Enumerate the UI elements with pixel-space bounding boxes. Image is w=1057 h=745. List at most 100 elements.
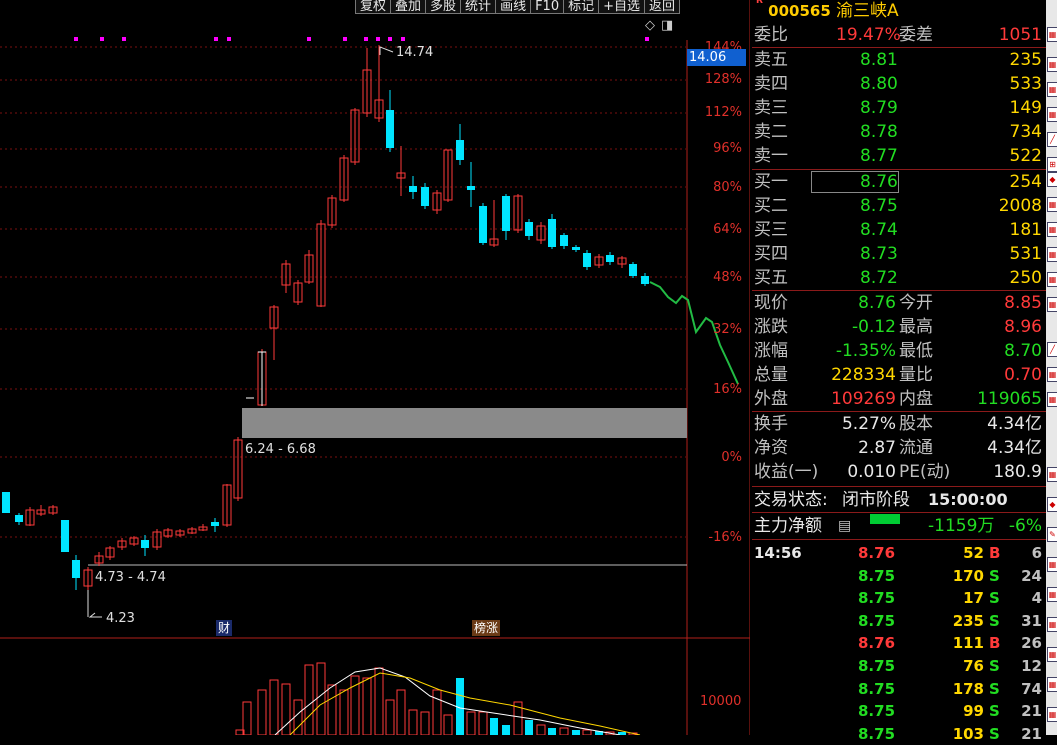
stat-value: 180.9	[993, 462, 1042, 482]
signal-dot	[376, 37, 380, 41]
candle-body	[606, 255, 614, 262]
tick-row: 8.75 103 S 21	[752, 723, 1046, 745]
mark-button[interactable]: 标记	[563, 0, 600, 14]
volume-bar	[432, 689, 442, 735]
tool-icon[interactable]: ▦	[1047, 707, 1057, 722]
price-level-row[interactable]: 卖一 8.77 522	[752, 144, 1046, 168]
overlay-button[interactable]: 叠加	[390, 0, 427, 14]
multi-stock-button[interactable]: 多股	[425, 0, 462, 14]
stat-label: 最高	[899, 317, 933, 337]
stat-label: 净资	[754, 438, 788, 458]
price-axis-label: 112%	[704, 105, 742, 120]
tool-icon[interactable]: ▦	[1047, 197, 1057, 212]
tool-icon[interactable]: ▦	[1047, 222, 1057, 237]
volume-bar	[396, 689, 406, 735]
candle-body	[61, 520, 69, 552]
candle-body	[583, 253, 591, 267]
tick-price: 8.75	[858, 702, 896, 721]
tick-side: S	[989, 657, 1000, 675]
tool-icon[interactable]: ▦	[1047, 82, 1057, 97]
stock-code: 000565	[768, 2, 831, 20]
price-level-row[interactable]: 买二 8.75 2008	[752, 194, 1046, 218]
volume-bar	[327, 684, 337, 735]
divider	[752, 512, 1046, 513]
diamond-icon[interactable]: ◇	[645, 18, 655, 33]
tick-count: 31	[1021, 611, 1042, 630]
price-level-row[interactable]: 买五 8.72 250	[752, 266, 1046, 290]
divider	[752, 486, 1046, 487]
tool-icon[interactable]: ▦	[1047, 57, 1057, 72]
tool-icon[interactable]: ⊞	[1047, 157, 1057, 172]
tool-icon[interactable]: ▦	[1047, 617, 1057, 632]
back-button[interactable]: 返回	[644, 0, 681, 14]
candle-body	[560, 235, 568, 246]
tick-volume: 17	[963, 589, 984, 608]
volume-ma-line	[289, 672, 641, 735]
price-axis-label: 80%	[713, 180, 742, 195]
divider	[752, 539, 1046, 540]
tool-icon[interactable]: ▦	[1047, 107, 1057, 122]
price-level-row[interactable]: 卖二 8.78 734	[752, 120, 1046, 144]
level-price: 8.78	[860, 122, 898, 142]
price-level-row[interactable]: 买四 8.73 531	[752, 242, 1046, 266]
tool-icon[interactable]: ▦	[1047, 247, 1057, 262]
level-volume: 734	[1009, 122, 1042, 142]
stat-label: 收益(一)	[754, 462, 819, 482]
level-price: 8.74	[860, 220, 898, 240]
tick-row: 8.75 99 S 21	[752, 700, 1046, 722]
price-axis-label: 16%	[713, 382, 742, 397]
tool-icon[interactable]: ▦	[1047, 467, 1057, 482]
price-level-row[interactable]: 卖四 8.80 533	[752, 72, 1046, 96]
level-price: 8.77	[860, 146, 898, 166]
signal-dot	[343, 37, 347, 41]
tool-icon[interactable]: ▦	[1047, 297, 1057, 312]
volume-bar	[478, 711, 488, 735]
tool-icon[interactable]: ▦	[1047, 647, 1057, 662]
signal-dot	[227, 37, 231, 41]
f10-button[interactable]: F10	[530, 0, 565, 14]
stat-label: 量比	[899, 365, 933, 385]
tool-icon[interactable]: ▦	[1047, 272, 1057, 287]
tick-price: 8.76	[858, 634, 896, 653]
low-arrow	[88, 612, 102, 618]
level-label: 买三	[754, 220, 788, 240]
candle-body	[72, 560, 80, 578]
tool-icon[interactable]: ╱	[1047, 132, 1057, 147]
signal-dot	[100, 37, 104, 41]
tick-price: 8.75	[858, 589, 896, 608]
tool-icon[interactable]: ╱	[1047, 342, 1057, 357]
statistics-button[interactable]: 统计	[460, 0, 497, 14]
fuquan-button[interactable]: 复权	[355, 0, 392, 14]
ranking-event-tag[interactable]: 榜涨	[472, 620, 501, 636]
tool-icon[interactable]: ▦	[1047, 557, 1057, 572]
tool-icon[interactable]: ▦	[1047, 392, 1057, 407]
tool-icon[interactable]: ✎	[1047, 527, 1057, 542]
stat-row: 收益(一) 0.010 PE(动) 180.9	[752, 460, 1046, 484]
low-price-label: 4.23	[106, 611, 135, 626]
panel-toggle-icon[interactable]: ◨	[661, 18, 673, 33]
tool-icon[interactable]: ◆	[1047, 497, 1057, 512]
draw-line-button[interactable]: 画线	[495, 0, 532, 14]
volume-bar	[443, 714, 453, 735]
add-watchlist-button[interactable]: +自选	[598, 0, 646, 14]
tool-icon[interactable]: ▦	[1047, 587, 1057, 602]
quote-panel: R 000565 渝三峡A 委比 19.47% 委差 1051 卖五 8.81 23…	[752, 0, 1046, 743]
tool-icon[interactable]: ◆	[1047, 172, 1057, 187]
finance-event-tag[interactable]: 财	[216, 620, 233, 636]
level-volume: 2008	[998, 196, 1042, 216]
tool-icon[interactable]: ▦	[1047, 27, 1057, 42]
tool-icon[interactable]: ▦	[1047, 367, 1057, 382]
price-axis-label: 48%	[713, 270, 742, 285]
tool-icon[interactable]: ▦	[1047, 677, 1057, 692]
gap-zone	[242, 408, 687, 438]
stat-row: 净资 2.87 流通 4.34亿	[752, 436, 1046, 460]
candle-body	[479, 206, 487, 243]
stat-value: 0.010	[847, 462, 896, 482]
list-icon[interactable]: ▤	[838, 514, 851, 538]
price-level-row[interactable]: 买一 8.76 254	[752, 170, 1046, 194]
kline-chart-area[interactable]: 复权 叠加 多股 统计 画线 F10 标记 +自选 返回 ◇ ◨ 144% 128…	[0, 0, 750, 735]
stat-row: 外盘 109269 内盘 119065	[752, 387, 1046, 411]
price-level-row[interactable]: 买三 8.74 181	[752, 218, 1046, 242]
price-level-row[interactable]: 卖三 8.79 149	[752, 96, 1046, 120]
price-level-row[interactable]: 卖五 8.81 235	[752, 48, 1046, 72]
